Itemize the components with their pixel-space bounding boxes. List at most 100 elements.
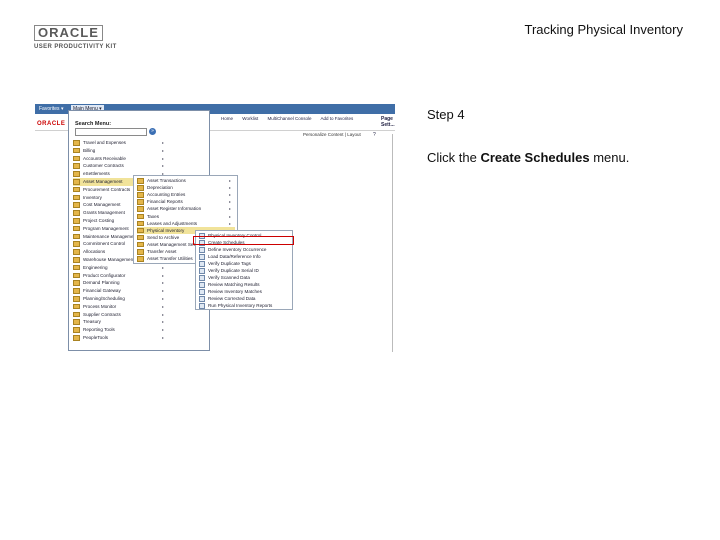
- folder-icon: [137, 185, 144, 191]
- main-menu-label: Customer Contracts: [83, 163, 124, 169]
- main-menu-item[interactable]: Process Monitor ▸: [73, 303, 168, 311]
- asset-submenu-label: Financial Reports: [147, 199, 183, 205]
- folder-icon: [73, 140, 80, 146]
- application-screenshot: Favorites ▾ Main Menu ▾ ORACLE Home Work…: [35, 104, 395, 352]
- physical-inventory-label: Verify Duplicate Serial ID: [208, 268, 259, 273]
- chevron-right-icon: ▸: [162, 288, 165, 294]
- folder-icon: [73, 335, 80, 341]
- folder-icon: [73, 202, 80, 208]
- folder-icon: [73, 288, 80, 294]
- main-menu-item[interactable]: Billing ▸: [73, 147, 168, 155]
- search-go-button[interactable]: »: [149, 128, 156, 135]
- folder-icon: [73, 179, 80, 185]
- main-menu-label: Grants Management: [83, 210, 125, 216]
- main-menu-item[interactable]: Supplier Contracts ▸: [73, 311, 168, 319]
- header-links: Home Worklist MultiChannel Console Add t…: [221, 116, 361, 121]
- search-menu-input[interactable]: [75, 128, 147, 136]
- step-number: Step 4: [427, 107, 465, 122]
- asset-submenu-label: Transfer Asset: [147, 249, 177, 254]
- asset-submenu-label: Asset Management Setup: [147, 241, 200, 247]
- main-menu-item[interactable]: Treasury ▸: [73, 318, 168, 326]
- chevron-right-icon: ▸: [162, 140, 165, 145]
- instruction-suffix: menu.: [589, 150, 630, 165]
- document-icon: [199, 302, 205, 310]
- main-menu-item[interactable]: PeopleTools ▸: [73, 334, 168, 342]
- chevron-right-icon: ▸: [162, 335, 165, 340]
- folder-icon: [137, 241, 144, 248]
- main-menu-item[interactable]: Customer Contracts ▸: [73, 162, 168, 170]
- oracle-mini-logo: ORACLE: [37, 121, 66, 127]
- main-menu-label: Billing: [83, 147, 96, 153]
- chevron-right-icon: ▸: [162, 303, 165, 309]
- physical-inventory-label: Review Matching Results: [208, 282, 260, 287]
- instruction-prefix: Click the: [427, 150, 481, 165]
- main-menu-item[interactable]: Travel and Expenses ▸: [73, 139, 168, 147]
- asset-submenu-label: Asset Transactions: [147, 178, 186, 183]
- chevron-right-icon: ▸: [162, 327, 165, 333]
- folder-icon: [73, 249, 80, 255]
- main-menu-item[interactable]: Reporting Tools ▸: [73, 326, 168, 334]
- chevron-right-icon: ▸: [162, 319, 165, 325]
- asset-submenu-label: Leases and Adjustments: [147, 220, 198, 226]
- main-menu-label: Procurement Contracts: [83, 186, 131, 192]
- folder-icon: [137, 213, 144, 220]
- worklist-link[interactable]: Worklist: [242, 116, 258, 121]
- create-schedules-highlight: [193, 236, 294, 245]
- multichannel-link[interactable]: MultiChannel Console: [267, 116, 311, 121]
- home-link[interactable]: Home: [221, 116, 233, 121]
- physical-inventory-label: Run Physical Inventory Reports: [208, 303, 273, 308]
- main-menu-item[interactable]: Demand Planning ▸: [73, 279, 168, 287]
- main-menu-item[interactable]: Engineering ▸: [73, 264, 168, 272]
- folder-icon: [73, 233, 80, 240]
- folder-icon: [73, 303, 80, 310]
- physical-inventory-label: Verify Duplicate Tags: [208, 261, 251, 266]
- physical-inventory-label: Verify Scanned Data: [208, 275, 250, 280]
- folder-icon: [73, 241, 80, 247]
- folder-icon: [73, 155, 80, 162]
- main-menu-label: Commitment Control: [83, 241, 126, 247]
- favorites-menu[interactable]: Favorites ▾: [37, 105, 65, 113]
- main-menu-label: Reporting Tools: [83, 327, 115, 333]
- folder-icon: [137, 199, 144, 205]
- folder-icon: [137, 192, 144, 198]
- chevron-right-icon: ▸: [162, 163, 165, 169]
- logo-text: ORACLE: [34, 25, 103, 41]
- folder-icon: [137, 206, 144, 212]
- main-menu-label: Treasury: [83, 319, 101, 325]
- physical-inventory-item[interactable]: Run Physical Inventory Reports: [199, 302, 291, 310]
- oracle-upk-logo: ORACLE USER PRODUCTIVITY KIT: [34, 24, 124, 50]
- main-menu-item[interactable]: Accounts Receivable ▸: [73, 155, 168, 163]
- main-menu-label: Inventory: [83, 194, 102, 200]
- main-menu-label: Demand Planning: [83, 280, 120, 286]
- main-menu-item[interactable]: Planning/Scheduling ▸: [73, 295, 168, 303]
- main-menu-label: Process Monitor: [83, 303, 117, 309]
- asset-submenu-label: Taxes: [147, 213, 159, 219]
- asset-submenu-label: Depreciation: [147, 185, 173, 191]
- folder-icon: [73, 311, 80, 318]
- folder-icon: [73, 264, 80, 271]
- logo-subtitle: USER PRODUCTIVITY KIT: [34, 44, 117, 50]
- main-menu-label: Accounts Receivable: [83, 155, 126, 161]
- physical-inventory-label: Load Data/Reference Info: [208, 254, 261, 259]
- folder-icon: [73, 319, 80, 325]
- main-menu-label: Project Costing: [83, 218, 115, 223]
- main-menu-label: eSettlements: [83, 171, 110, 177]
- main-menu-label: Allocations: [83, 249, 106, 255]
- main-menu-label: Financial Gateway: [83, 288, 121, 294]
- help-icon[interactable]: ?: [373, 132, 376, 138]
- folder-icon: [73, 163, 80, 169]
- main-menu-item[interactable]: Financial Gateway ▸: [73, 287, 168, 295]
- page-settings-link[interactable]: Page Sett...: [381, 116, 395, 128]
- document-title: Tracking Physical Inventory: [524, 22, 683, 37]
- folder-icon: [137, 227, 144, 234]
- chevron-right-icon: ▸: [162, 147, 165, 153]
- main-menu-item[interactable]: Product Configurator ▸: [73, 272, 168, 280]
- chevron-right-icon: ▸: [162, 264, 165, 270]
- folder-icon: [73, 171, 80, 177]
- chevron-right-icon: ▸: [162, 280, 165, 286]
- folder-icon: [137, 249, 144, 255]
- personalize-link[interactable]: Personalize Content | Layout: [303, 132, 361, 137]
- add-favorites-link[interactable]: Add to Favorites: [321, 116, 354, 121]
- main-menu-label: PeopleTools: [83, 335, 109, 340]
- main-menu-label: Program Management: [83, 225, 129, 231]
